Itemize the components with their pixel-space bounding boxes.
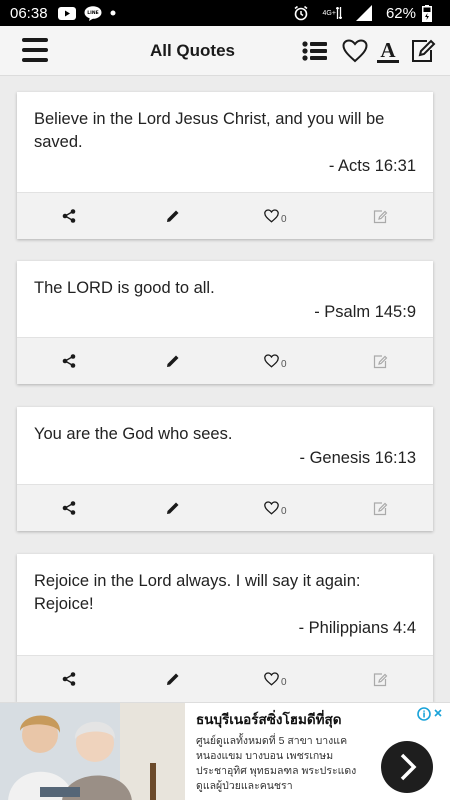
like-count: 0 [281, 676, 287, 688]
add-quote-button[interactable] [408, 37, 438, 65]
like-button[interactable]: 0 [264, 206, 287, 226]
list-icon [302, 41, 327, 61]
share-button[interactable] [62, 351, 76, 371]
edit-note-icon [373, 209, 388, 223]
quote-card: The LORD is good to all. - Psalm 145:9 0 [17, 261, 433, 384]
quote-card: Rejoice in the Lord always. I will say i… [17, 554, 433, 702]
note-button[interactable] [373, 351, 388, 371]
svg-text:i: i [422, 711, 425, 721]
quote-text: The LORD is good to all. [34, 279, 215, 297]
adchoices-icon[interactable]: i [416, 706, 444, 727]
share-icon [62, 672, 76, 686]
edit-note-icon [373, 354, 388, 368]
share-icon [62, 501, 76, 515]
chevron-right-icon [381, 741, 433, 793]
battery-icon [422, 4, 432, 22]
note-button[interactable] [373, 498, 388, 518]
quote-card-body[interactable]: The LORD is good to all. - Psalm 145:9 [17, 261, 433, 322]
pencil-icon [167, 355, 179, 367]
edit-button[interactable] [166, 498, 180, 518]
like-count: 0 [281, 358, 287, 370]
ad-description: ศูนย์ดูแลทั้งหมดที่ 5 สาขา บางแค หนองแขม… [196, 735, 357, 792]
like-button[interactable]: 0 [264, 351, 287, 371]
share-icon [62, 354, 76, 368]
app-bar: All Quotes A [0, 26, 450, 76]
share-icon [62, 209, 76, 223]
quote-reference: - Genesis 16:13 [299, 449, 416, 467]
pencil-icon [167, 502, 179, 514]
quote-card-body[interactable]: Rejoice in the Lord always. I will say i… [17, 554, 433, 638]
card-actions: 0 [17, 655, 433, 702]
favorites-button[interactable] [340, 37, 370, 65]
quote-card: Believe in the Lord Jesus Christ, and yo… [17, 92, 433, 239]
edit-button[interactable] [166, 669, 180, 689]
like-count: 0 [281, 505, 287, 517]
line-app-icon: LINE [84, 5, 102, 21]
quote-card-body[interactable]: Believe in the Lord Jesus Christ, and yo… [17, 92, 433, 176]
ad-title: ธนบุรีเนอร์สซิ่งโฮมดีที่สุด [196, 712, 342, 727]
quote-card-body[interactable]: You are the God who sees. - Genesis 16:1… [17, 407, 433, 468]
status-bar: 06:38 LINE 4G+ 62% [0, 0, 450, 26]
card-actions: 0 [17, 192, 433, 239]
heart-outline-icon [264, 354, 279, 368]
like-button[interactable]: 0 [264, 669, 287, 689]
signal-icon [355, 5, 372, 21]
card-actions: 0 [17, 337, 433, 384]
quote-reference: - Philippians 4:4 [298, 619, 416, 637]
quote-text: Believe in the Lord Jesus Christ, and yo… [34, 110, 385, 151]
font-button[interactable]: A [373, 37, 403, 65]
network-label: 4G+ [322, 9, 336, 17]
edit-note-icon [412, 39, 436, 62]
share-button[interactable] [62, 498, 76, 518]
svg-text:A: A [380, 38, 396, 62]
share-button[interactable] [62, 669, 76, 689]
heart-outline-icon [264, 672, 279, 686]
alarm-icon [293, 5, 309, 21]
quote-text: Rejoice in the Lord always. I will say i… [34, 572, 361, 613]
note-button[interactable] [373, 206, 388, 226]
quote-reference: - Psalm 145:9 [314, 303, 416, 321]
svg-text:LINE: LINE [87, 10, 98, 16]
quote-reference: - Acts 16:31 [328, 157, 416, 175]
like-button[interactable]: 0 [264, 498, 287, 518]
quote-card: You are the God who sees. - Genesis 16:1… [17, 407, 433, 531]
battery-percent: 62% [385, 4, 416, 22]
card-actions: 0 [17, 484, 433, 531]
heart-icon [342, 39, 368, 63]
notification-dot-icon [110, 10, 116, 16]
ad-image[interactable] [0, 703, 185, 800]
list-view-button[interactable] [300, 37, 330, 65]
note-button[interactable] [373, 669, 388, 689]
pencil-icon [167, 210, 179, 222]
quote-text: You are the God who sees. [34, 425, 233, 443]
edit-button[interactable] [166, 351, 180, 371]
edit-note-icon [373, 672, 388, 686]
edit-button[interactable] [166, 206, 180, 226]
edit-note-icon [373, 501, 388, 515]
heart-outline-icon [264, 501, 279, 515]
font-icon: A [377, 38, 399, 63]
status-time: 06:38 [10, 4, 48, 22]
ad-open-button[interactable] [380, 740, 434, 799]
like-count: 0 [281, 213, 287, 225]
youtube-icon [57, 6, 76, 20]
share-button[interactable] [62, 206, 76, 226]
heart-outline-icon [264, 209, 279, 223]
pencil-icon [167, 673, 179, 685]
network-type-icon: 4G+ [323, 7, 342, 19]
